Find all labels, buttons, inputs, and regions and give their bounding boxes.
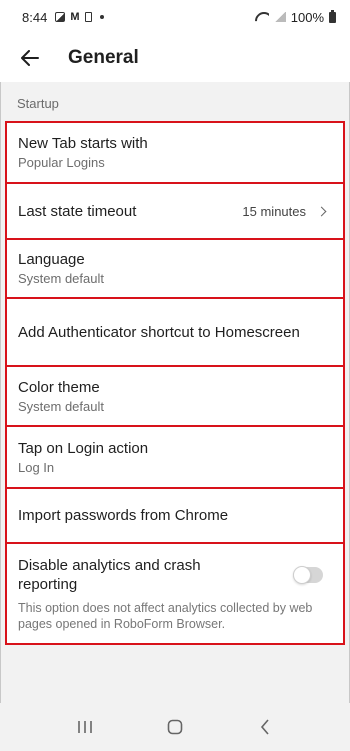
setting-description: This option does not affect analytics co… — [18, 600, 313, 631]
setting-tap-on-login-action[interactable]: Tap on Login action Log In — [5, 425, 345, 489]
sim-icon — [85, 12, 93, 22]
gmail-icon: M — [70, 11, 80, 23]
battery-percentage: 100% — [290, 9, 324, 25]
setting-subtitle: Popular Logins — [18, 155, 105, 170]
analytics-toggle[interactable] — [293, 565, 323, 584]
status-bar: 8:44 M 100% — [0, 0, 350, 34]
setting-title: Color theme — [18, 378, 100, 396]
setting-row: Last state timeout 15 minutes — [18, 202, 343, 221]
setting-title: Last state timeout — [18, 202, 137, 220]
setting-import-passwords-from-chrome[interactable]: Import passwords from Chrome — [5, 487, 345, 544]
recent-apps-icon — [78, 721, 92, 733]
setting-subtitle: System default — [18, 271, 104, 286]
signal-icon — [273, 12, 286, 22]
setting-title: Tap on Login action — [18, 439, 149, 457]
chevron-right-icon — [316, 206, 327, 216]
setting-title: New Tab starts with — [18, 135, 148, 152]
section-header-startup: Startup — [17, 96, 59, 111]
recent-apps-button[interactable] — [65, 707, 105, 747]
setting-language[interactable]: Language System default — [5, 238, 345, 299]
setting-color-theme[interactable]: Color theme System default — [5, 365, 345, 427]
setting-title: Language — [18, 251, 85, 268]
setting-subtitle: System default — [18, 398, 104, 414]
home-icon — [167, 719, 183, 735]
setting-disable-analytics[interactable]: Disable analytics and crash reporting Th… — [5, 542, 345, 645]
system-nav-bar — [0, 703, 350, 751]
home-button[interactable] — [155, 707, 195, 747]
setting-add-authenticator-shortcut[interactable]: Add Authenticator shortcut to Homescreen — [5, 297, 345, 367]
battery-icon — [329, 9, 336, 23]
setting-title: Add Authenticator shortcut to Homescreen — [18, 323, 300, 341]
page-title: General — [68, 47, 139, 68]
setting-subtitle: Log In — [18, 459, 55, 475]
notification-dot-icon — [100, 15, 105, 19]
setting-new-tab-starts-with[interactable]: New Tab starts with Popular Logins — [5, 121, 345, 184]
toggle-knob — [293, 565, 311, 584]
setting-title: Import passwords from Chrome — [18, 507, 229, 524]
wifi-icon — [255, 12, 269, 22]
setting-value-container: 15 minutes — [242, 204, 329, 219]
arrow-left-icon — [21, 50, 39, 66]
setting-last-state-timeout[interactable]: Last state timeout 15 minutes — [5, 182, 345, 240]
app-bar: General — [0, 34, 350, 82]
back-button[interactable] — [10, 38, 50, 78]
setting-value: 15 minutes — [242, 203, 306, 219]
status-bar-right: 100% — [255, 9, 336, 25]
back-nav-icon — [260, 719, 269, 735]
status-bar-left: 8:44 M — [22, 9, 105, 25]
gallery-icon — [55, 12, 66, 22]
status-time: 8:44 — [22, 9, 48, 25]
setting-title: Disable analytics and crash reporting — [18, 556, 201, 593]
back-nav-button[interactable] — [245, 707, 285, 747]
setting-row: Disable analytics and crash reporting — [18, 556, 343, 594]
